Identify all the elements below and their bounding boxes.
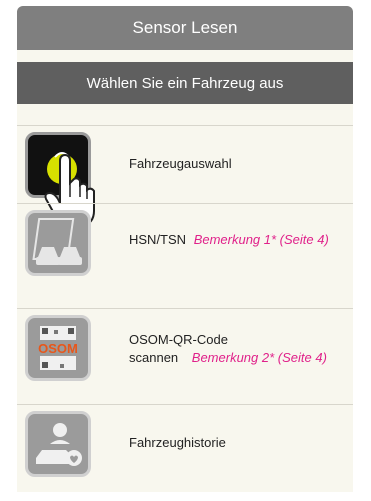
note-link[interactable]: Bemerkung 1* (Seite 4) xyxy=(194,232,329,247)
option-label: OSOM-QR-Code scannen Bemerkung 2* (Seite… xyxy=(129,331,327,367)
option-hsn-tsn[interactable]: HSN/TSN Bemerkung 1* (Seite 4) xyxy=(17,203,353,282)
option-osom-qr[interactable]: OSOM OSOM-QR-Code scannen Bemerkung 2* (… xyxy=(17,308,353,387)
option-vehicle-history[interactable]: Fahrzeughistorie xyxy=(17,404,353,483)
option-label-line1: OSOM-QR-Code xyxy=(129,332,228,347)
osom-qr-icon[interactable]: OSOM xyxy=(25,315,91,381)
option-label: Fahrzeugauswahl xyxy=(129,156,232,171)
header-title: Sensor Lesen xyxy=(17,6,353,50)
option-label-line2: scannen xyxy=(129,350,179,365)
option-label: Fahrzeughistorie xyxy=(129,435,226,450)
osom-icon-text: OSOM xyxy=(38,341,78,356)
note-link[interactable]: Bemerkung 2* (Seite 4) xyxy=(192,350,327,365)
option-label-text: HSN/TSN xyxy=(129,232,187,247)
car-registration-doc-icon[interactable] xyxy=(25,210,91,276)
subheader-title: Wählen Sie ein Fahrzeug aus xyxy=(17,62,353,104)
vehicle-history-icon[interactable] xyxy=(25,411,91,477)
option-vehicle-selection[interactable]: Fahrzeugauswahl xyxy=(17,125,353,228)
option-label: HSN/TSN Bemerkung 1* (Seite 4) xyxy=(129,232,329,247)
key-fob-touch-icon[interactable] xyxy=(25,132,95,228)
